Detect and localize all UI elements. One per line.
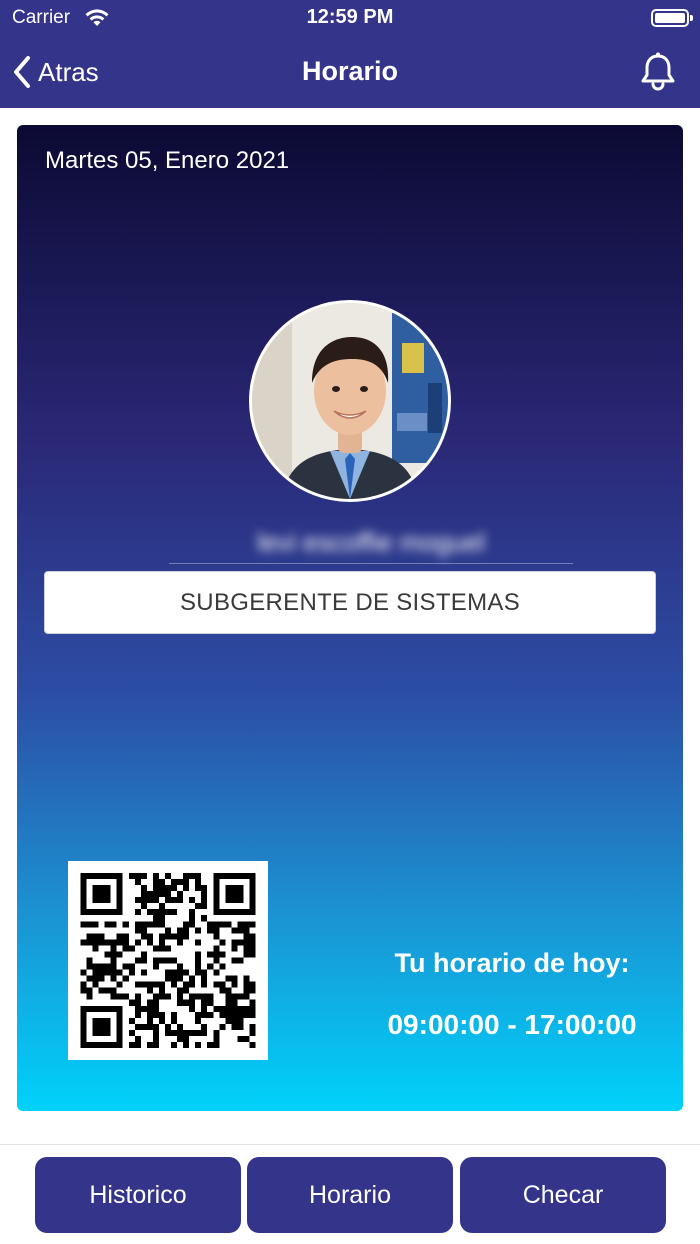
profile-photo (252, 303, 448, 499)
back-button[interactable]: Atras (12, 52, 99, 92)
page-title: Horario (301, 56, 399, 86)
schedule-label: Tu horario de hoy: (394, 948, 630, 978)
status-time: 12:59 PM (306, 6, 394, 28)
header: Carrier 12:59 PM Atras Horario (0, 0, 700, 108)
date-label: Martes 05, Enero 2021 (45, 147, 290, 174)
nav-bar: Atras Horario (0, 38, 700, 104)
status-bar: Carrier 12:59 PM (0, 0, 700, 36)
bell-icon[interactable] (636, 50, 680, 94)
qr-code (68, 861, 268, 1060)
back-label: Atras (38, 56, 99, 87)
tab-bar-divider (0, 1144, 700, 1145)
tab-horario[interactable]: Horario (247, 1157, 453, 1233)
tab-historico[interactable]: Historico (35, 1157, 241, 1233)
avatar (249, 300, 451, 502)
schedule-card: Martes 05, Enero 2021 levi escoffie mogu… (17, 125, 683, 1111)
chevron-left-icon (14, 56, 30, 88)
qr-code-image (80, 873, 256, 1048)
battery-icon (651, 9, 693, 27)
employee-name: levi escoffie moguel (257, 527, 485, 557)
employee-name-field: levi escoffie moguel (169, 520, 573, 564)
position-field: SUBGERENTE DE SISTEMAS (44, 571, 656, 634)
schedule-time: 09:00:00 - 17:00:00 (387, 1009, 637, 1040)
tab-checar[interactable]: Checar (460, 1157, 666, 1233)
